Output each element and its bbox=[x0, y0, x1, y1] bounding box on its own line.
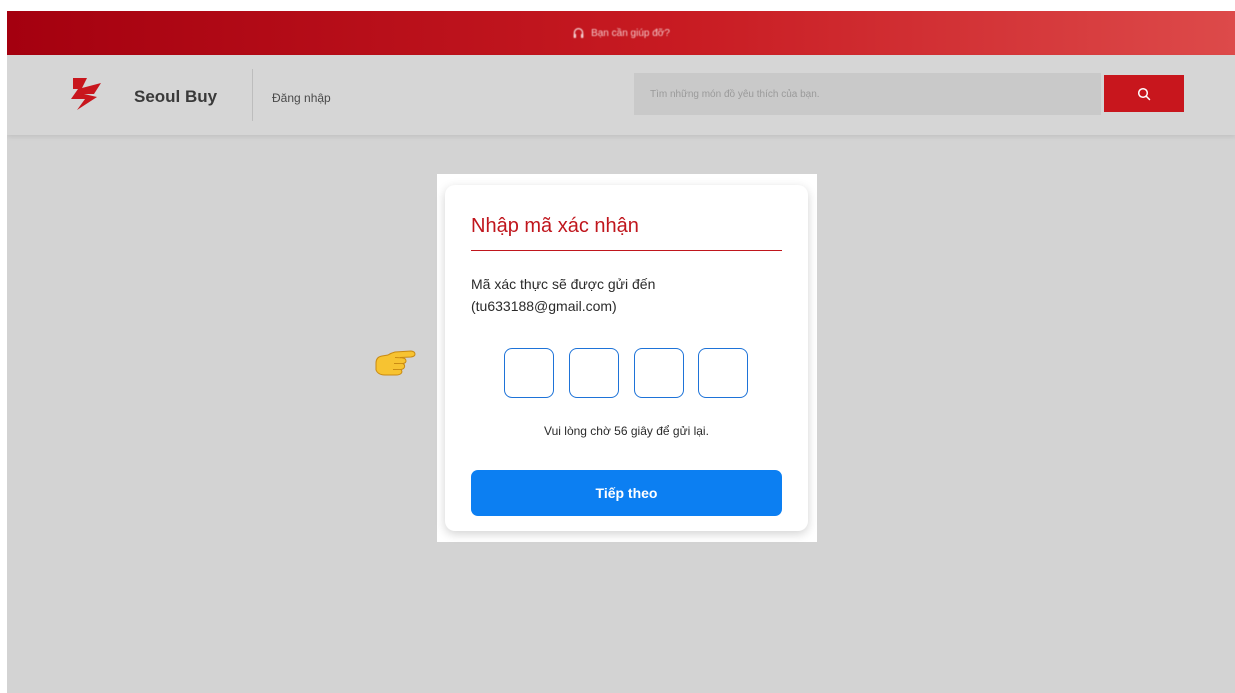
description-line-1: Mã xác thực sẽ được gửi đến bbox=[471, 276, 656, 292]
app-frame: Bạn cần giúp đỡ? Seoul Buy Đăng nhập Nhậ… bbox=[7, 11, 1235, 693]
next-button[interactable]: Tiếp theo bbox=[471, 470, 782, 516]
header-divider bbox=[252, 69, 253, 121]
code-digit-2[interactable] bbox=[569, 348, 619, 398]
search-icon bbox=[1137, 87, 1151, 100]
search-input[interactable] bbox=[634, 73, 1101, 115]
help-bar: Bạn cần giúp đỡ? bbox=[7, 11, 1235, 55]
search-button[interactable] bbox=[1104, 75, 1184, 112]
brand-name[interactable]: Seoul Buy bbox=[134, 87, 217, 107]
help-text: Bạn cần giúp đỡ? bbox=[591, 27, 670, 39]
code-digit-1[interactable] bbox=[504, 348, 554, 398]
pointing-hand-icon bbox=[375, 350, 416, 376]
login-link[interactable]: Đăng nhập bbox=[272, 91, 331, 105]
card-title: Nhập mã xác nhận bbox=[471, 215, 639, 237]
site-header: Seoul Buy Đăng nhập bbox=[7, 55, 1235, 135]
headset-icon bbox=[573, 27, 584, 38]
code-digit-4[interactable] bbox=[698, 348, 748, 398]
help-link[interactable]: Bạn cần giúp đỡ? bbox=[572, 27, 670, 40]
description-email: (tu633188@gmail.com) bbox=[471, 298, 617, 314]
resend-wait-text: Vui lòng chờ 56 giây để gửi lại. bbox=[544, 424, 709, 438]
verification-card: Nhập mã xác nhận Mã xác thực sẽ được gửi… bbox=[445, 185, 808, 531]
logo-icon[interactable] bbox=[70, 77, 104, 111]
title-underline bbox=[471, 250, 782, 251]
code-digit-3[interactable] bbox=[634, 348, 684, 398]
